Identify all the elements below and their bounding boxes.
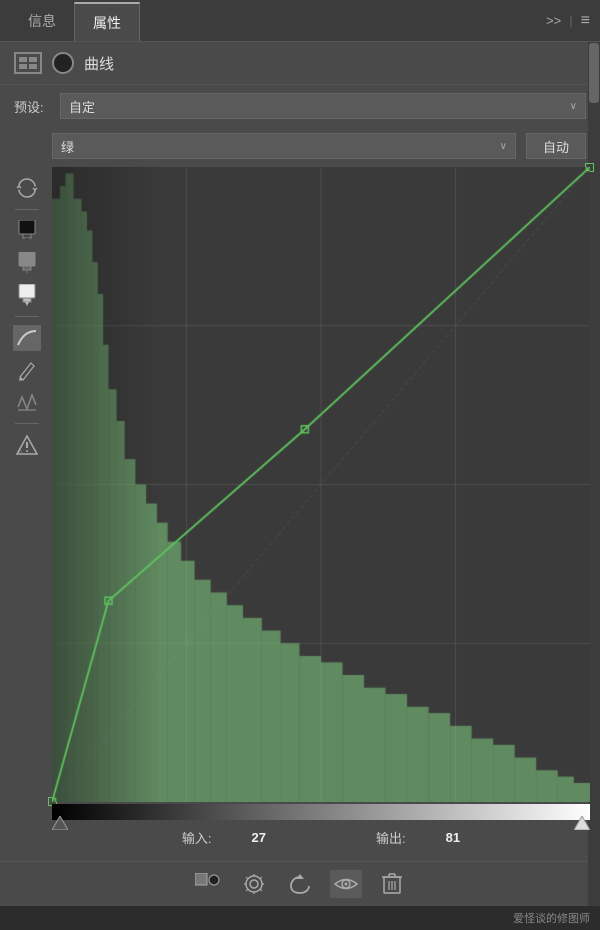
properties-panel: 曲线 预设: 自定 ∨ 绿 ∨ 自动	[0, 42, 600, 906]
auto-button-label: 自动	[543, 137, 569, 156]
channel-row: 绿 ∨ 自动	[0, 127, 600, 167]
preset-label: 预设:	[14, 97, 50, 116]
circle-icon[interactable]	[52, 52, 74, 74]
input-value: 27	[252, 830, 266, 845]
mask-button[interactable]	[192, 870, 224, 898]
channel-select[interactable]: 绿 ∨	[52, 133, 516, 159]
curve-canvas-wrap: 输入: 27 输出: 81	[52, 167, 590, 851]
gradient-slider-wrap	[52, 802, 590, 820]
preset-row: 预设: 自定 ∨	[0, 85, 600, 127]
gradient-slider	[52, 804, 590, 820]
eyedropper-white-tool[interactable]	[13, 282, 41, 308]
reset-button[interactable]	[284, 870, 316, 898]
smooth-tool[interactable]	[13, 389, 41, 415]
io-row: 输入: 27 输出: 81	[52, 820, 590, 851]
scrollbar-thumb[interactable]	[589, 43, 599, 103]
tab-info[interactable]: 信息	[10, 0, 74, 41]
delete-button[interactable]	[376, 870, 408, 898]
eyedropper-gray-tool[interactable]	[13, 250, 41, 276]
warning-tool[interactable]: ⚠	[13, 432, 41, 458]
slider-left-handle[interactable]	[52, 816, 68, 835]
tab-info-label: 信息	[28, 11, 56, 31]
grid-icon[interactable]	[14, 52, 42, 74]
watermark: 爱怪谈的修图师	[0, 906, 600, 930]
output-label: 输出:	[376, 828, 406, 847]
preset-value: 自定	[69, 97, 95, 116]
tab-right-controls: >> | ≡	[546, 0, 600, 41]
preset-chevron: ∨	[570, 101, 577, 112]
menu-icon[interactable]: ≡	[581, 12, 590, 30]
channel-chevron: ∨	[500, 141, 507, 152]
reset-tool[interactable]	[13, 175, 41, 201]
tab-properties-label: 属性	[93, 13, 121, 33]
slider-right-handle[interactable]	[574, 816, 590, 835]
channel-value: 绿	[61, 137, 74, 156]
pencil-tool[interactable]	[13, 357, 41, 383]
curve-tool[interactable]	[13, 325, 41, 351]
input-label: 输入:	[182, 828, 212, 847]
left-toolbar: ⚠	[10, 167, 44, 851]
eye-button[interactable]	[330, 870, 362, 898]
panel-title: 曲线	[84, 53, 114, 74]
output-value: 81	[446, 830, 460, 845]
tab-bar: 信息 属性 >> | ≡	[0, 0, 600, 42]
curve-drawing-canvas[interactable]	[52, 167, 590, 802]
curve-canvas[interactable]	[52, 167, 590, 802]
preset-select[interactable]: 自定 ∨	[60, 93, 586, 119]
curve-section: ⚠	[0, 167, 600, 861]
expand-icon[interactable]: >>	[546, 13, 561, 28]
auto-button[interactable]: 自动	[526, 133, 586, 159]
svg-text:⚠: ⚠	[16, 447, 23, 456]
watermark-text: 爱怪谈的修图师	[513, 910, 590, 926]
panel-header: 曲线	[0, 42, 600, 85]
tab-properties[interactable]: 属性	[74, 2, 140, 41]
eye-watch-button[interactable]	[238, 870, 270, 898]
bottom-toolbar	[0, 861, 600, 906]
eyedropper-black-tool[interactable]	[13, 218, 41, 244]
